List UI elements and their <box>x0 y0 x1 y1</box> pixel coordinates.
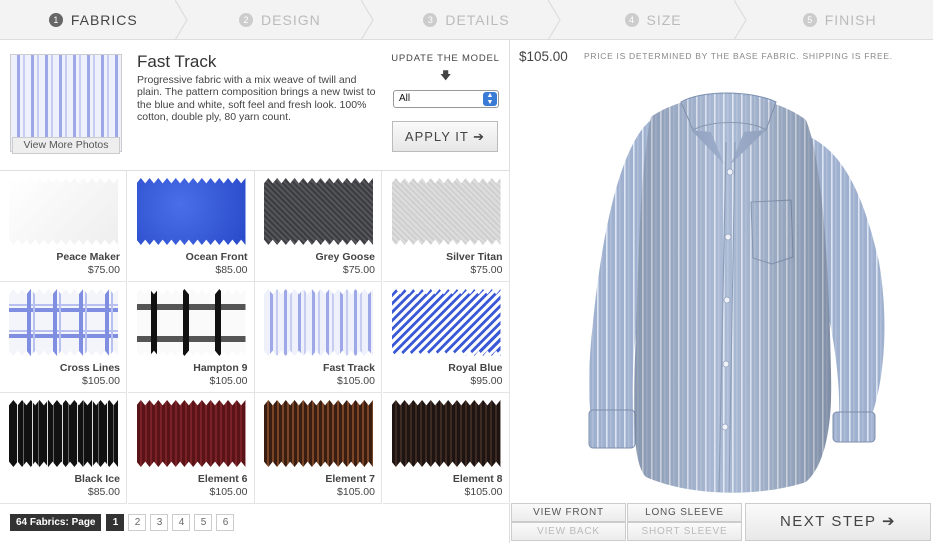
page-5[interactable]: 5 <box>194 514 213 531</box>
fabric-name: Ocean Front <box>185 251 248 263</box>
fabric-swatch-card[interactable]: Ocean Front $85.00 <box>127 171 255 282</box>
select-arrows-icon: ▲ ▼ <box>483 92 497 106</box>
long-sleeve-button[interactable]: LONG SLEEVE <box>627 503 742 522</box>
fabric-price: $75.00 <box>342 264 375 276</box>
fabric-swatch-image <box>391 178 501 245</box>
step-details[interactable]: 3 DETAILS <box>373 0 561 40</box>
fabric-swatch-image <box>391 289 501 356</box>
fabric-detail: View More Photos Fast Track Progressive … <box>0 40 510 171</box>
page-2[interactable]: 2 <box>128 514 147 531</box>
fabric-swatch-card[interactable]: Element 7 $105.00 <box>255 393 382 504</box>
fabric-swatch-card[interactable]: Black Ice $85.00 <box>0 393 127 504</box>
step-label: FABRICS <box>70 12 138 28</box>
fabric-name: Silver Titan <box>446 251 503 263</box>
step-number: 5 <box>802 13 817 27</box>
view-back-button[interactable]: VIEW BACK <box>511 522 626 541</box>
step-label: SIZE <box>646 12 682 28</box>
step-finish[interactable]: 5 FINISH <box>746 0 933 40</box>
page-3[interactable]: 3 <box>150 514 169 531</box>
step-number: 4 <box>624 13 639 27</box>
fabric-price: $75.00 <box>87 264 120 276</box>
step-design[interactable]: 2 DESIGN <box>187 0 374 40</box>
fabric-swatch-image <box>136 289 246 356</box>
fabric-price: $105.00 <box>209 486 248 498</box>
fabric-name: Grey Goose <box>315 251 375 263</box>
preview-panel: $105.00 PRICE IS DETERMINED BY THE BASE … <box>511 40 933 543</box>
price-note: PRICE IS DETERMINED BY THE BASE FABRIC. … <box>584 51 893 61</box>
fabric-name: Hampton 9 <box>193 362 248 374</box>
fabric-name: Cross Lines <box>59 362 120 374</box>
step-label: FINISH <box>824 12 877 28</box>
fabric-price: $105.00 <box>337 375 375 387</box>
fabric-price: $95.00 <box>470 375 503 387</box>
view-front-button[interactable]: VIEW FRONT <box>511 503 626 522</box>
fabric-swatch-image <box>136 178 246 245</box>
fabric-count-label: 64 Fabrics: Page <box>10 514 102 531</box>
down-arrow-icon: 🡇 <box>440 70 452 82</box>
step-number: 1 <box>48 13 63 27</box>
fabric-panel: View More Photos Fast Track Progressive … <box>0 40 510 543</box>
step-fabrics[interactable]: 1 FABRICS <box>0 0 188 40</box>
fabric-name: Fast Track <box>323 362 375 374</box>
fabric-name: Element 8 <box>452 473 503 485</box>
step-label: DESIGN <box>261 12 321 28</box>
steps-bar: 1 FABRICS 2 DESIGN 3 DETAILS 4 SIZE 5 FI… <box>0 0 933 40</box>
fabric-name: Black Ice <box>74 473 120 485</box>
fabric-price: $105.00 <box>464 486 503 498</box>
fabric-swatch-card[interactable]: Silver Titan $75.00 <box>382 171 510 282</box>
shirt-preview-image <box>588 92 885 493</box>
page-1[interactable]: 1 <box>106 514 125 531</box>
update-model-label: UPDATE THE MODEL <box>391 53 500 64</box>
step-label: DETAILS <box>445 12 510 28</box>
fabric-title: Fast Track <box>137 52 217 71</box>
fabric-swatch-card[interactable]: Fast Track $105.00 <box>255 282 382 393</box>
fabric-swatch-card[interactable]: Royal Blue $95.00 <box>382 282 510 393</box>
model-select[interactable]: All ▲ ▼ <box>393 90 499 108</box>
fabric-price: $85.00 <box>87 486 120 498</box>
fabric-swatch-image <box>9 400 118 467</box>
apply-it-button[interactable]: APPLY IT ➔ <box>392 121 498 152</box>
fabric-name: Element 7 <box>325 473 375 485</box>
fabric-swatch-image <box>264 178 373 245</box>
fabric-swatch-card[interactable]: Element 6 $105.00 <box>127 393 255 504</box>
fabric-swatch-image <box>391 400 501 467</box>
fabric-name: Element 6 <box>197 473 248 485</box>
fabric-price: $105.00 <box>209 375 248 387</box>
price-value: $105.00 <box>519 49 568 64</box>
view-more-photos-button[interactable]: View More Photos <box>12 137 120 154</box>
fabric-swatch-card[interactable]: Hampton 9 $105.00 <box>127 282 255 393</box>
fabric-swatch-card[interactable]: Element 8 $105.00 <box>382 393 510 504</box>
fabric-swatch-image <box>9 289 118 356</box>
step-size[interactable]: 4 SIZE <box>560 0 748 40</box>
fabric-swatch-card[interactable]: Cross Lines $105.00 <box>0 282 127 393</box>
fabric-swatch-image <box>136 400 246 467</box>
page-4[interactable]: 4 <box>172 514 191 531</box>
fabric-price: $75.00 <box>470 264 503 276</box>
model-select-value: All <box>399 93 411 104</box>
fabric-swatch-card[interactable]: Grey Goose $75.00 <box>255 171 382 282</box>
fabric-price: $85.00 <box>215 264 248 276</box>
step-number: 2 <box>239 13 254 27</box>
fabric-swatch-image <box>264 289 373 356</box>
next-step-button[interactable]: NEXT STEP ➔ <box>745 503 931 541</box>
fabric-description: Progressive fabric with a mix weave of t… <box>137 74 376 123</box>
fabric-name: Royal Blue <box>448 362 503 374</box>
fabric-swatch-image <box>9 178 118 245</box>
step-number: 3 <box>423 13 438 27</box>
short-sleeve-button[interactable]: SHORT SLEEVE <box>627 522 742 541</box>
fabric-price: $105.00 <box>82 375 120 387</box>
fabric-price: $105.00 <box>337 486 375 498</box>
pagination: 64 Fabrics: Page 1 2 3 4 5 6 <box>10 514 238 531</box>
fabric-name: Peace Maker <box>56 251 120 263</box>
page-6[interactable]: 6 <box>216 514 235 531</box>
fabric-grid: Peace Maker $75.00 Ocean Front $85.00 Grey G… <box>0 171 510 504</box>
fabric-swatch-image <box>264 400 373 467</box>
fabric-swatch-card[interactable]: Peace Maker $75.00 <box>0 171 127 282</box>
